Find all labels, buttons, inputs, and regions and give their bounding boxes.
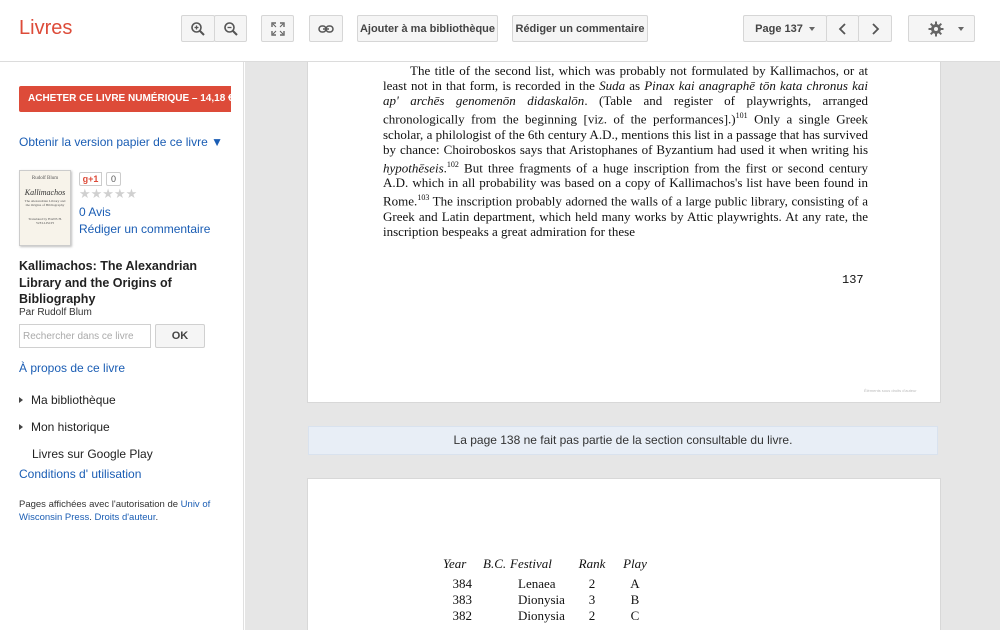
zoom-out-icon: [223, 21, 238, 36]
table-cell: 383: [452, 592, 473, 607]
cover-title: Kallimachos: [24, 188, 66, 197]
column-header: Play: [623, 556, 647, 571]
gplus-button[interactable]: g+1: [79, 172, 102, 186]
cover-author: Rudolf Blum: [31, 176, 59, 181]
search-in-book-input[interactable]: [19, 324, 151, 348]
column-header: Rank: [578, 556, 606, 571]
rating-stars[interactable]: ★★★★★: [79, 186, 137, 202]
zoom-in-icon: [191, 21, 205, 36]
column-header: Festival: [510, 556, 552, 571]
sidebar-item-google-play[interactable]: Livres sur Google Play: [32, 447, 153, 461]
table-cell: Dionysia: [518, 592, 565, 607]
gear-icon: [928, 21, 944, 36]
write-review-button[interactable]: Rédiger un commentaire: [512, 15, 648, 42]
toolbar: Livres Ajouter à ma bibliothèque Rédiger…: [0, 0, 1000, 62]
page-text: The title of the second list, which was …: [383, 63, 868, 239]
triangle-right-icon: [19, 397, 23, 403]
page-select[interactable]: Page 137: [743, 15, 827, 42]
write-review-link[interactable]: Rédiger un commentaire: [79, 222, 210, 236]
next-page-icon: [872, 22, 880, 35]
previous-page-button[interactable]: [826, 15, 859, 42]
triangle-right-icon: [19, 424, 23, 430]
zoom-out-button[interactable]: [214, 15, 247, 42]
terms-link[interactable]: Conditions d' utilisation: [19, 467, 141, 481]
prev-page-icon: [838, 22, 846, 35]
copyright-notice: Pages affichées avec l'autorisation de U…: [19, 499, 211, 523]
table-cell: 2: [588, 608, 596, 623]
book-viewer[interactable]: The title of the second list, which was …: [245, 62, 1000, 630]
page-select-value: Page 137: [755, 22, 803, 35]
performance-table: Year B.C. Festival Rank Play 384 Lenaea …: [443, 556, 655, 624]
add-to-library-button[interactable]: Ajouter à ma bibliothèque: [357, 15, 498, 42]
gplus-count: 0: [106, 172, 121, 186]
fullscreen-button[interactable]: [261, 15, 294, 42]
table-header-row: Year B.C. Festival Rank Play: [443, 556, 655, 576]
book-page-139: Year B.C. Festival Rank Play 384 Lenaea …: [308, 479, 940, 630]
sidebar-item-label: Mon historique: [31, 420, 110, 434]
sidebar-item-my-history[interactable]: Mon historique: [19, 420, 110, 434]
settings-button[interactable]: [908, 15, 975, 42]
column-header: Year: [443, 556, 467, 571]
book-author: Par Rudolf Blum: [19, 307, 92, 318]
table-row: 382 Dionysia 2 C: [443, 608, 655, 624]
book-title: Kallimachos: The Alexandrian Library and…: [19, 259, 198, 306]
reviews-link[interactable]: 0 Avis: [79, 205, 111, 219]
search-ok-button[interactable]: OK: [155, 324, 205, 348]
zoom-in-button[interactable]: [181, 15, 215, 42]
books-logo[interactable]: Livres: [19, 17, 72, 40]
book-cover[interactable]: Rudolf Blum Kallimachos The Alexandrian …: [19, 170, 71, 246]
next-page-button[interactable]: [858, 15, 892, 42]
cover-subtitle: The Alexandrian Library and the Origins …: [24, 199, 66, 207]
chevron-down-icon: [958, 26, 964, 31]
table-cell: B: [630, 592, 640, 607]
sidebar-item-label: Livres sur Google Play: [32, 447, 153, 461]
copyright-watermark: Éléments sous droits d'auteur: [864, 388, 917, 393]
link-icon: [318, 24, 334, 33]
gplus-widget: g+1 0: [79, 172, 121, 186]
book-page-137: The title of the second list, which was …: [308, 62, 940, 402]
table-cell: 382: [452, 608, 473, 623]
link-button[interactable]: [309, 15, 343, 42]
table-row: 383 Dionysia 3 B: [443, 592, 655, 608]
table-cell: 384: [452, 576, 473, 591]
table-cell: A: [630, 576, 640, 591]
sidebar: ACHETER CE LIVRE NUMÉRIQUE – 14,18 € Obt…: [0, 62, 244, 630]
cover-translator: Translated by HANS H. WELLISCH: [28, 217, 62, 225]
sidebar-item-label: Ma bibliothèque: [31, 393, 116, 407]
sidebar-item-my-library[interactable]: Ma bibliothèque: [19, 393, 116, 407]
chevron-down-icon: [808, 26, 815, 31]
page-number: 137: [842, 273, 864, 287]
page-paragraph: The title of the second list, which was …: [383, 63, 868, 239]
table-cell: 3: [588, 592, 596, 607]
about-book-link[interactable]: À propos de ce livre: [19, 361, 125, 375]
table-cell: Lenaea: [518, 576, 556, 591]
table-cell: Dionysia: [518, 608, 565, 623]
table-cell: C: [630, 608, 640, 623]
table-row: 384 Lenaea 2 A: [443, 576, 655, 592]
page-unavailable-notice: La page 138 ne fait pas partie de la sec…: [308, 426, 938, 455]
table-cell: 2: [588, 576, 596, 591]
paper-version-link[interactable]: Obtenir la version papier de ce livre ▼: [19, 135, 223, 149]
buy-ebook-button[interactable]: ACHETER CE LIVRE NUMÉRIQUE – 14,18 €: [19, 86, 231, 112]
copyright-link[interactable]: Droits d'auteur: [95, 512, 156, 523]
column-header: B.C.: [483, 556, 507, 571]
fullscreen-icon: [270, 21, 285, 36]
